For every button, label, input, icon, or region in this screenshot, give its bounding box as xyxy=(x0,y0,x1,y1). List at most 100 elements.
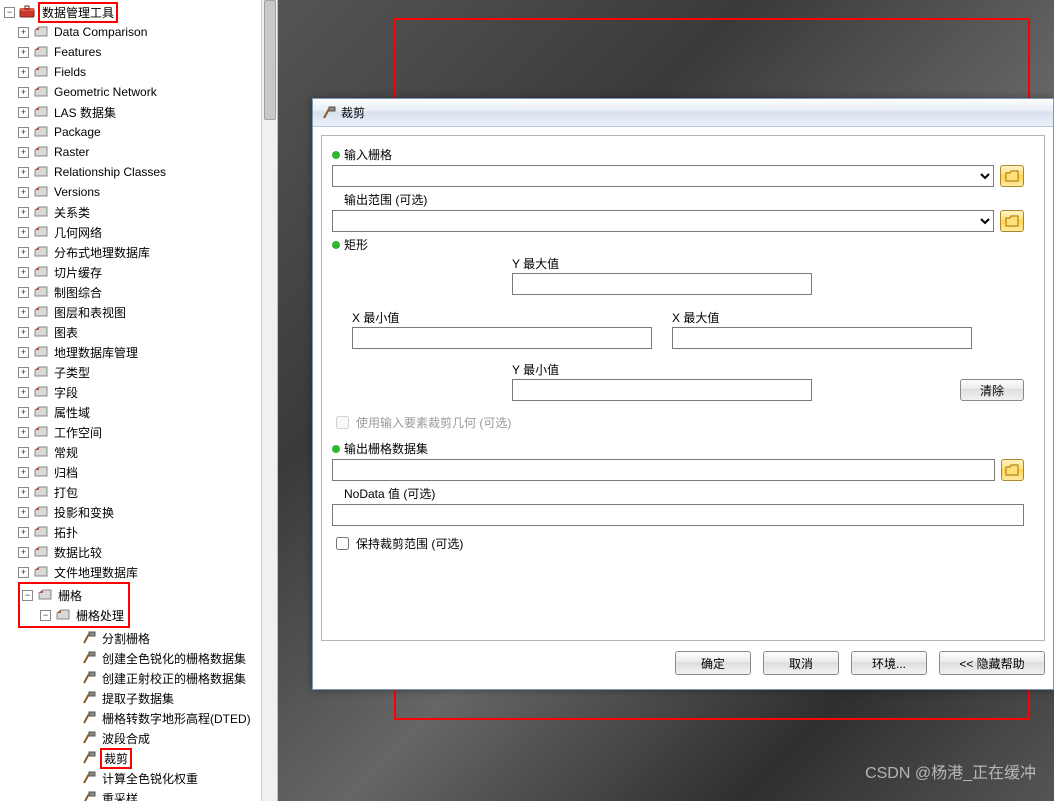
tree-item[interactable]: +LAS 数据集 xyxy=(4,102,277,122)
tree-item[interactable]: +制图综合 xyxy=(4,282,277,302)
tree-item-raster-processing[interactable]: − 栅格处理 xyxy=(22,605,126,625)
tree-item[interactable]: +投影和变换 xyxy=(4,502,277,522)
tree-tool-item[interactable]: 栅格转数字地形高程(DTED) xyxy=(4,708,277,728)
tree-tool-item[interactable]: 计算全色锐化权重 xyxy=(4,768,277,788)
expand-icon[interactable]: + xyxy=(18,167,29,178)
tree-item[interactable]: +Data Comparison xyxy=(4,22,277,42)
collapse-icon[interactable]: − xyxy=(22,590,33,601)
expand-icon[interactable]: + xyxy=(18,507,29,518)
toolset-icon xyxy=(37,587,53,603)
tree-item[interactable]: +文件地理数据库 xyxy=(4,562,277,582)
tree-tool-item[interactable]: 提取子数据集 xyxy=(4,688,277,708)
tree-item[interactable]: +Versions xyxy=(4,182,277,202)
output-raster-input[interactable] xyxy=(332,459,995,481)
tree-item[interactable]: +数据比较 xyxy=(4,542,277,562)
expand-icon[interactable]: + xyxy=(18,527,29,538)
expand-icon[interactable]: + xyxy=(18,67,29,78)
y-max-input[interactable] xyxy=(512,273,812,295)
tree-item[interactable]: + 图表 xyxy=(4,322,277,342)
x-max-input[interactable] xyxy=(672,327,972,349)
expand-icon[interactable]: + xyxy=(18,407,29,418)
nodata-input[interactable] xyxy=(332,504,1024,526)
cancel-button[interactable]: 取消 xyxy=(763,651,839,675)
tree-tool-label: 创建正射校正的栅格数据集 xyxy=(100,670,248,687)
tree-tool-item[interactable]: 波段合成 xyxy=(4,728,277,748)
expand-icon[interactable]: + xyxy=(18,247,29,258)
expand-icon[interactable]: + xyxy=(18,127,29,138)
tree-item[interactable]: + 图层和表视图 xyxy=(4,302,277,322)
ok-button[interactable]: 确定 xyxy=(675,651,751,675)
tree-root-datamgmt[interactable]: − 数据管理工具 xyxy=(4,2,277,22)
hide-help-button[interactable]: << 隐藏帮助 xyxy=(939,651,1045,675)
tree-scrollbar[interactable] xyxy=(261,0,277,801)
x-min-input[interactable] xyxy=(352,327,652,349)
expand-icon[interactable]: + xyxy=(18,187,29,198)
tree-item[interactable]: +Geometric Network xyxy=(4,82,277,102)
tree-tool-item[interactable]: 创建正射校正的栅格数据集 xyxy=(4,668,277,688)
tree-item[interactable]: +属性域 xyxy=(4,402,277,422)
maintain-extent-row[interactable]: 保持裁剪范围 (可选) xyxy=(332,534,1024,553)
tree-item-label: 图层和表视图 xyxy=(52,304,128,321)
browse-button[interactable] xyxy=(1000,210,1024,232)
expand-icon[interactable]: + xyxy=(18,287,29,298)
collapse-icon[interactable]: − xyxy=(4,7,15,18)
y-min-input[interactable] xyxy=(512,379,812,401)
tree-tool-item[interactable]: 裁剪 xyxy=(4,748,277,768)
expand-icon[interactable]: + xyxy=(18,487,29,498)
tree-tool-item[interactable]: 创建全色锐化的栅格数据集 xyxy=(4,648,277,668)
collapse-icon[interactable]: − xyxy=(40,610,51,621)
expand-icon[interactable]: + xyxy=(18,107,29,118)
expand-icon[interactable]: + xyxy=(18,347,29,358)
expand-icon[interactable]: + xyxy=(18,427,29,438)
expand-icon[interactable]: + xyxy=(18,87,29,98)
expand-icon[interactable]: + xyxy=(18,447,29,458)
maintain-extent-checkbox[interactable] xyxy=(336,537,349,550)
tree-item[interactable]: +打包 xyxy=(4,482,277,502)
tree-item[interactable]: +常规 xyxy=(4,442,277,462)
expand-icon[interactable]: + xyxy=(18,547,29,558)
dialog-titlebar[interactable]: 裁剪 xyxy=(313,99,1053,127)
spacer xyxy=(66,633,77,644)
expand-icon[interactable]: + xyxy=(18,567,29,578)
expand-icon[interactable]: + xyxy=(18,307,29,318)
tree-item[interactable]: +分布式地理数据库 xyxy=(4,242,277,262)
tree-item[interactable]: +关系类 xyxy=(4,202,277,222)
tree-item[interactable]: +字段 xyxy=(4,382,277,402)
output-extent-combo[interactable] xyxy=(332,210,994,232)
scrollbar-thumb[interactable] xyxy=(264,0,276,120)
tree-tool-label: 栅格转数字地形高程(DTED) xyxy=(100,710,253,727)
tree-item[interactable]: +工作空间 xyxy=(4,422,277,442)
tree-item[interactable]: +Raster xyxy=(4,142,277,162)
tree-tool-item[interactable]: 重采样 xyxy=(4,788,277,801)
tree-item[interactable]: +拓扑 xyxy=(4,522,277,542)
tree-item[interactable]: +子类型 xyxy=(4,362,277,382)
expand-icon[interactable]: + xyxy=(18,47,29,58)
tree-item[interactable]: +Relationship Classes xyxy=(4,162,277,182)
tree-item[interactable]: +Features xyxy=(4,42,277,62)
input-raster-combo[interactable] xyxy=(332,165,994,187)
tree-item[interactable]: +切片缓存 xyxy=(4,262,277,282)
expand-icon[interactable]: + xyxy=(18,27,29,38)
tree-item[interactable]: +Package xyxy=(4,122,277,142)
expand-icon[interactable]: + xyxy=(18,387,29,398)
expand-icon[interactable]: + xyxy=(18,207,29,218)
expand-icon[interactable]: + xyxy=(18,467,29,478)
tree-item[interactable]: +Fields xyxy=(4,62,277,82)
expand-icon[interactable]: + xyxy=(18,367,29,378)
expand-icon[interactable]: + xyxy=(18,147,29,158)
tree-item[interactable]: +地理数据库管理 xyxy=(4,342,277,362)
tree-item[interactable]: + 几何网络 xyxy=(4,222,277,242)
tree-tool-item[interactable]: 分割栅格 xyxy=(4,628,277,648)
tree-item-label: 几何网络 xyxy=(52,224,104,241)
catalog-tree[interactable]: − 数据管理工具 +Data Comparison+Features+Field… xyxy=(0,0,277,801)
tree-item[interactable]: +归档 xyxy=(4,462,277,482)
expand-icon[interactable]: + xyxy=(18,227,29,238)
browse-button[interactable] xyxy=(1000,165,1024,187)
expand-icon[interactable]: + xyxy=(18,327,29,338)
browse-button[interactable] xyxy=(1001,459,1024,481)
environments-button[interactable]: 环境... xyxy=(851,651,927,675)
tree-item-raster-group[interactable]: − 栅格 xyxy=(22,585,126,605)
clear-button[interactable]: 清除 xyxy=(960,379,1024,401)
expand-icon[interactable]: + xyxy=(18,267,29,278)
tree-item-label: 图表 xyxy=(52,324,80,341)
